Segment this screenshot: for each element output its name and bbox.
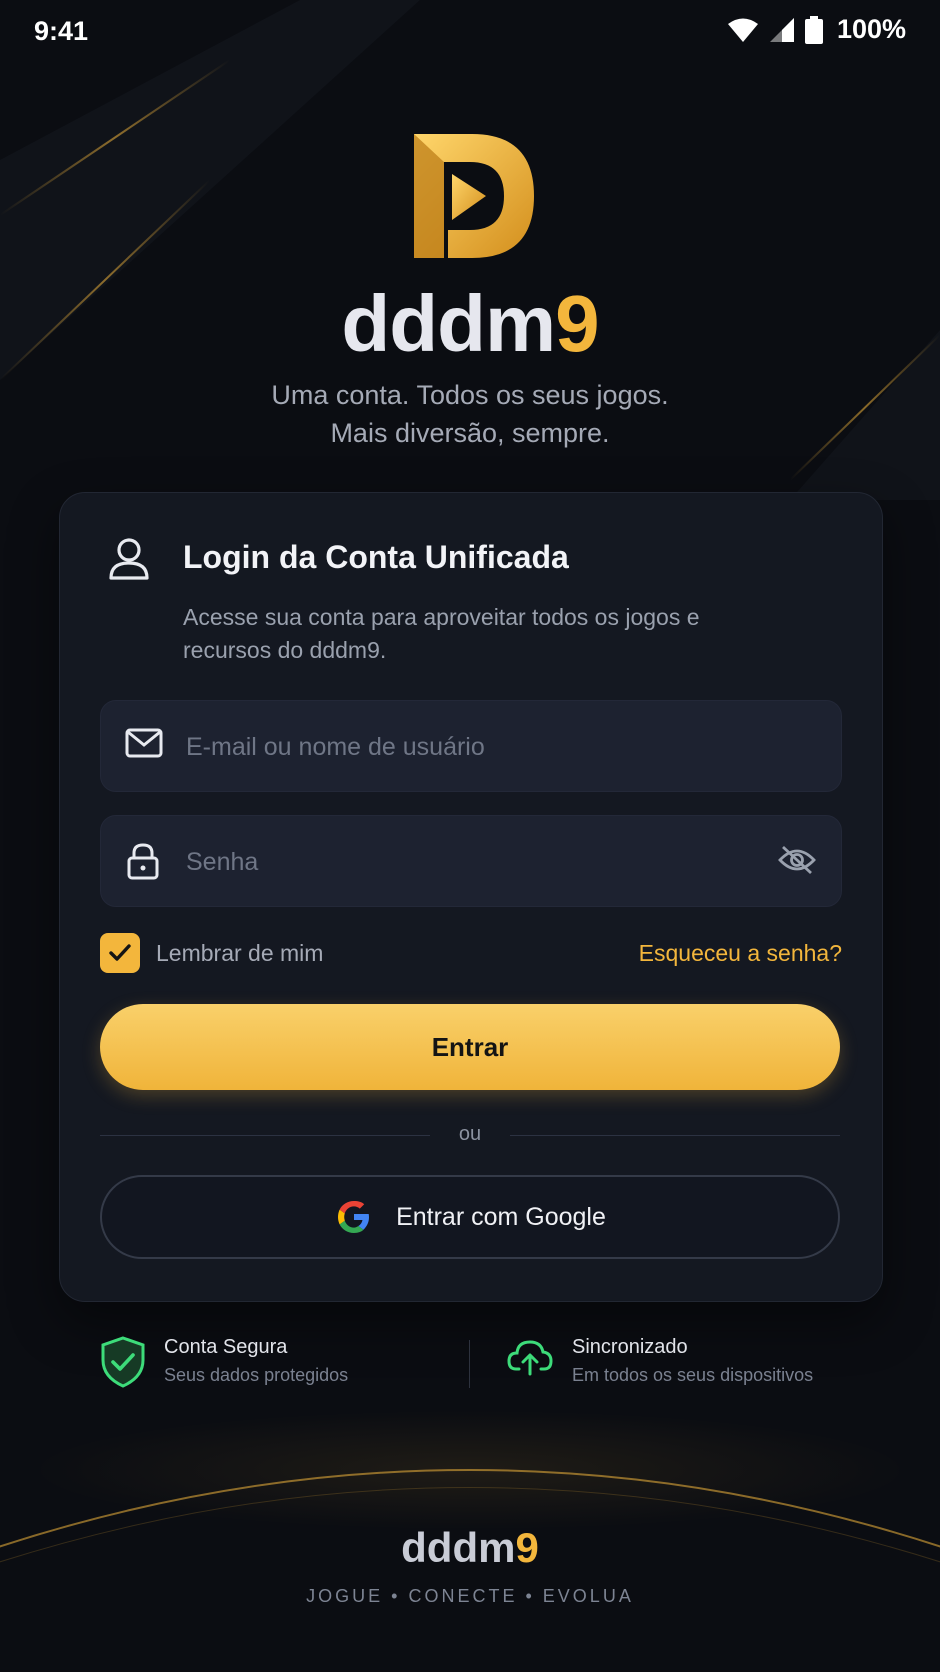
card-subtitle: Acesse sua conta para aproveitar todos o…	[183, 604, 700, 663]
lock-icon	[127, 843, 159, 880]
eye-off-icon[interactable]	[777, 844, 817, 876]
brand-name: dddm9	[341, 279, 599, 368]
feature-synced: Sincronizado Em todos os seus dispositiv…	[506, 1336, 813, 1386]
footer-brand: dddm9	[401, 1524, 539, 1571]
cloud-upload-icon	[507, 1340, 553, 1376]
feature-title: Sincronizado	[572, 1336, 688, 1358]
divider-line-right	[510, 1135, 840, 1136]
password-input[interactable]	[184, 816, 748, 908]
remember-checkbox[interactable]	[100, 933, 140, 973]
or-divider: ou	[100, 1123, 840, 1147]
card-title: Login da Conta Unificada	[183, 539, 569, 575]
battery-percentage: 100%	[836, 14, 906, 44]
email-field[interactable]	[100, 700, 842, 793]
login-card: Login da Conta Unificada Acesse sua cont…	[59, 492, 883, 1302]
brand-logo-icon	[414, 134, 534, 258]
password-field[interactable]	[100, 815, 842, 908]
user-icon	[109, 538, 149, 580]
forgot-password-link[interactable]: Esqueceu a senha?	[639, 940, 842, 967]
feature-title: Conta Segura	[164, 1336, 288, 1358]
checkmark-icon	[109, 944, 131, 961]
google-button-label: Entrar com Google	[396, 1202, 606, 1231]
tagline: Uma conta. Todos os seus jogos. Mais div…	[271, 380, 669, 448]
feature-subtitle: Em todos os seus dispositivos	[572, 1365, 814, 1385]
remember-me-toggle[interactable]: Lembrar de mim	[100, 933, 323, 973]
cellular-signal-icon	[769, 17, 794, 42]
mail-icon	[125, 728, 163, 758]
wifi-icon	[727, 18, 758, 42]
feature-secure-account: Conta Segura Seus dados protegidos	[100, 1336, 348, 1388]
google-login-button[interactable]: Entrar com Google	[100, 1175, 840, 1259]
feature-subtitle: Seus dados protegidos	[164, 1365, 349, 1385]
remember-label: Lembrar de mim	[156, 939, 324, 966]
footer-tagline: JOGUE • CONECTE • EVOLUA	[306, 1586, 634, 1606]
features-separator	[469, 1340, 470, 1388]
login-button[interactable]: Entrar	[100, 1004, 840, 1090]
google-icon	[338, 1201, 370, 1233]
shield-check-icon	[101, 1336, 145, 1388]
status-icons: 100%	[727, 14, 906, 45]
email-input[interactable]	[184, 701, 748, 793]
status-time: 9:41	[34, 16, 89, 46]
status-bar: 9:41 100%	[0, 0, 940, 62]
features-row: Conta Segura Seus dados protegidos Sincr…	[0, 1336, 940, 1392]
battery-icon	[804, 15, 823, 44]
